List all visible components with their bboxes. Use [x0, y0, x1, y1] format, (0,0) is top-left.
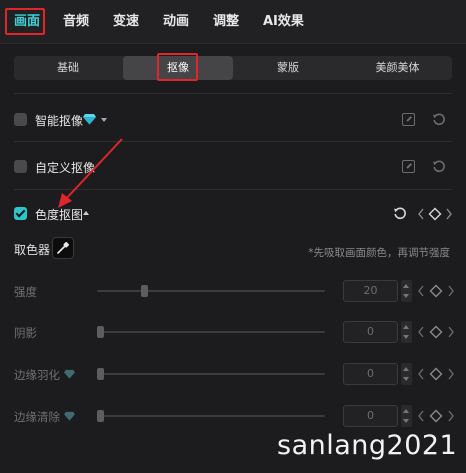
shadow-slider-track[interactable]	[97, 331, 325, 333]
edge-feather-slider-thumb[interactable]	[97, 368, 104, 380]
subtab-beauty[interactable]: 美颜美体	[343, 56, 452, 80]
custom-keying-checkbox[interactable]	[14, 160, 27, 173]
strength-value-input[interactable]: 20	[343, 280, 398, 302]
color-picker-button[interactable]	[52, 237, 74, 259]
subtab-mask[interactable]: 蒙版	[234, 56, 342, 80]
param-label-shadow: 阴影	[14, 326, 37, 340]
edge-feather-slider-track[interactable]	[97, 373, 325, 375]
color-picker-label: 取色器	[14, 243, 51, 257]
edge-clear-value-input[interactable]: 0	[343, 405, 398, 427]
param-label-strength: 强度	[14, 285, 37, 299]
keyframe-icon[interactable]	[418, 207, 452, 221]
edge-feather-value-input[interactable]: 0	[343, 363, 398, 385]
shadow-keyframe-icon[interactable]	[418, 325, 454, 339]
highlight-box-keying-subtab	[157, 53, 198, 81]
tab-animation[interactable]: 动画	[163, 11, 189, 33]
top-tab-bar: 画面 音频 变速 动画 调整 AI效果	[0, 0, 466, 44]
edge-feather-keyframe-icon[interactable]	[418, 367, 454, 381]
reset-icon[interactable]	[432, 159, 446, 173]
smart-keying-checkbox[interactable]	[14, 113, 27, 126]
edge-clear-keyframe-icon[interactable]	[418, 409, 454, 423]
edge-feather-stepper[interactable]	[401, 363, 412, 385]
reset-icon[interactable]	[393, 206, 407, 220]
divider	[14, 93, 452, 94]
param-label-edge-feather: 边缘羽化	[14, 368, 60, 382]
picker-hint-text: *先吸取画面颜色，再调节强度	[308, 247, 450, 259]
shadow-stepper[interactable]	[401, 321, 412, 343]
chevron-down-icon[interactable]	[101, 118, 107, 122]
chroma-key-checkbox[interactable]	[14, 207, 27, 220]
highlight-box-picture-tab	[5, 8, 45, 35]
strength-stepper[interactable]	[401, 280, 412, 302]
param-label-edge-clear: 边缘清除	[14, 410, 60, 424]
gem-icon	[83, 114, 96, 125]
shadow-slider-thumb[interactable]	[97, 326, 104, 338]
edge-clear-stepper[interactable]	[401, 405, 412, 427]
watermark-text: sanlang2021	[277, 430, 458, 461]
sub-tab-bar: 基础 抠像 蒙版 美颜美体	[14, 56, 452, 80]
subtab-basic[interactable]: 基础	[14, 56, 122, 80]
smart-keying-label: 智能抠像	[35, 114, 84, 128]
reset-icon[interactable]	[432, 112, 446, 126]
strength-slider-track[interactable]	[97, 290, 325, 292]
gem-icon	[64, 411, 75, 421]
tab-audio[interactable]: 音频	[63, 11, 89, 33]
strength-slider-thumb[interactable]	[141, 285, 149, 297]
gem-icon	[64, 369, 75, 379]
edit-icon[interactable]	[402, 160, 415, 173]
tab-ai-effects[interactable]: AI效果	[263, 11, 304, 33]
smart-keying-row: 智能抠像	[14, 109, 452, 131]
tab-adjust[interactable]: 调整	[213, 11, 239, 33]
tab-speed[interactable]: 变速	[113, 11, 139, 33]
edge-clear-slider-thumb[interactable]	[97, 410, 104, 422]
eyedropper-icon	[57, 242, 69, 254]
annotation-arrow	[58, 138, 123, 208]
shadow-value-input[interactable]: 0	[343, 321, 398, 343]
edge-clear-slider-track[interactable]	[97, 415, 325, 417]
strength-keyframe-icon[interactable]	[418, 284, 454, 298]
edit-icon[interactable]	[402, 113, 415, 126]
